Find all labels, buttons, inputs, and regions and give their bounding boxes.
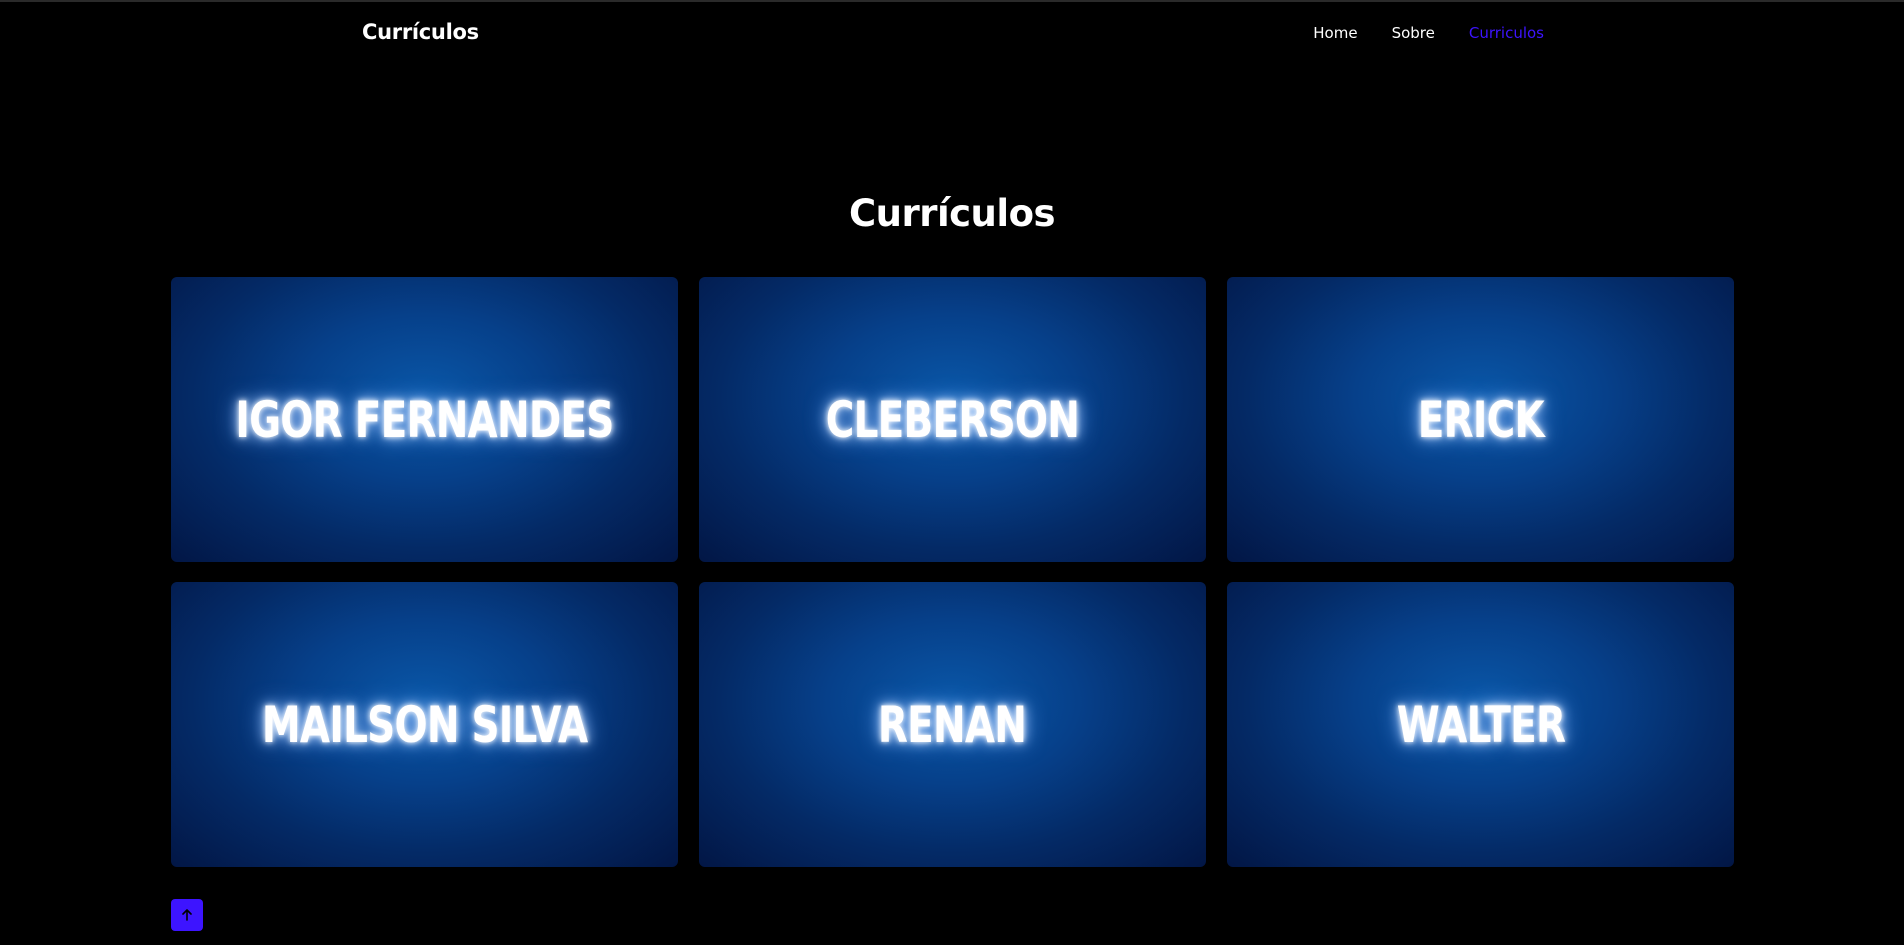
card-name: IGOR FERNANDES — [235, 390, 614, 449]
nav-link-sobre[interactable]: Sobre — [1392, 24, 1435, 42]
nav-link-home[interactable]: Home — [1313, 24, 1357, 42]
arrow-up-icon — [182, 909, 192, 921]
curriculum-card-walter[interactable]: WALTER — [1227, 582, 1734, 867]
card-name: RENAN — [878, 695, 1027, 754]
navbar: Currículos Home Sobre Curriculos — [0, 2, 1904, 64]
brand-logo[interactable]: Currículos — [362, 20, 479, 44]
card-name: CLEBERSON — [825, 390, 1080, 449]
card-name: ERICK — [1417, 390, 1544, 449]
card-name: MAILSON SILVA — [261, 695, 588, 754]
nav-link-curriculos[interactable]: Curriculos — [1469, 24, 1544, 42]
card-name: WALTER — [1396, 695, 1565, 754]
curriculum-card-cleberson[interactable]: CLEBERSON — [699, 277, 1206, 562]
curriculum-card-renan[interactable]: RENAN — [699, 582, 1206, 867]
curriculum-card-erick[interactable]: ERICK — [1227, 277, 1734, 562]
back-to-top-button[interactable] — [171, 899, 203, 931]
nav-menu: Home Sobre Curriculos — [1313, 24, 1544, 42]
curriculum-grid: IGOR FERNANDES CLEBERSON ERICK MAILSON S… — [171, 277, 1734, 867]
curriculum-card-igor[interactable]: IGOR FERNANDES — [171, 277, 678, 562]
section-title: Currículos — [848, 192, 1056, 235]
curriculum-card-mailson[interactable]: MAILSON SILVA — [171, 582, 678, 867]
